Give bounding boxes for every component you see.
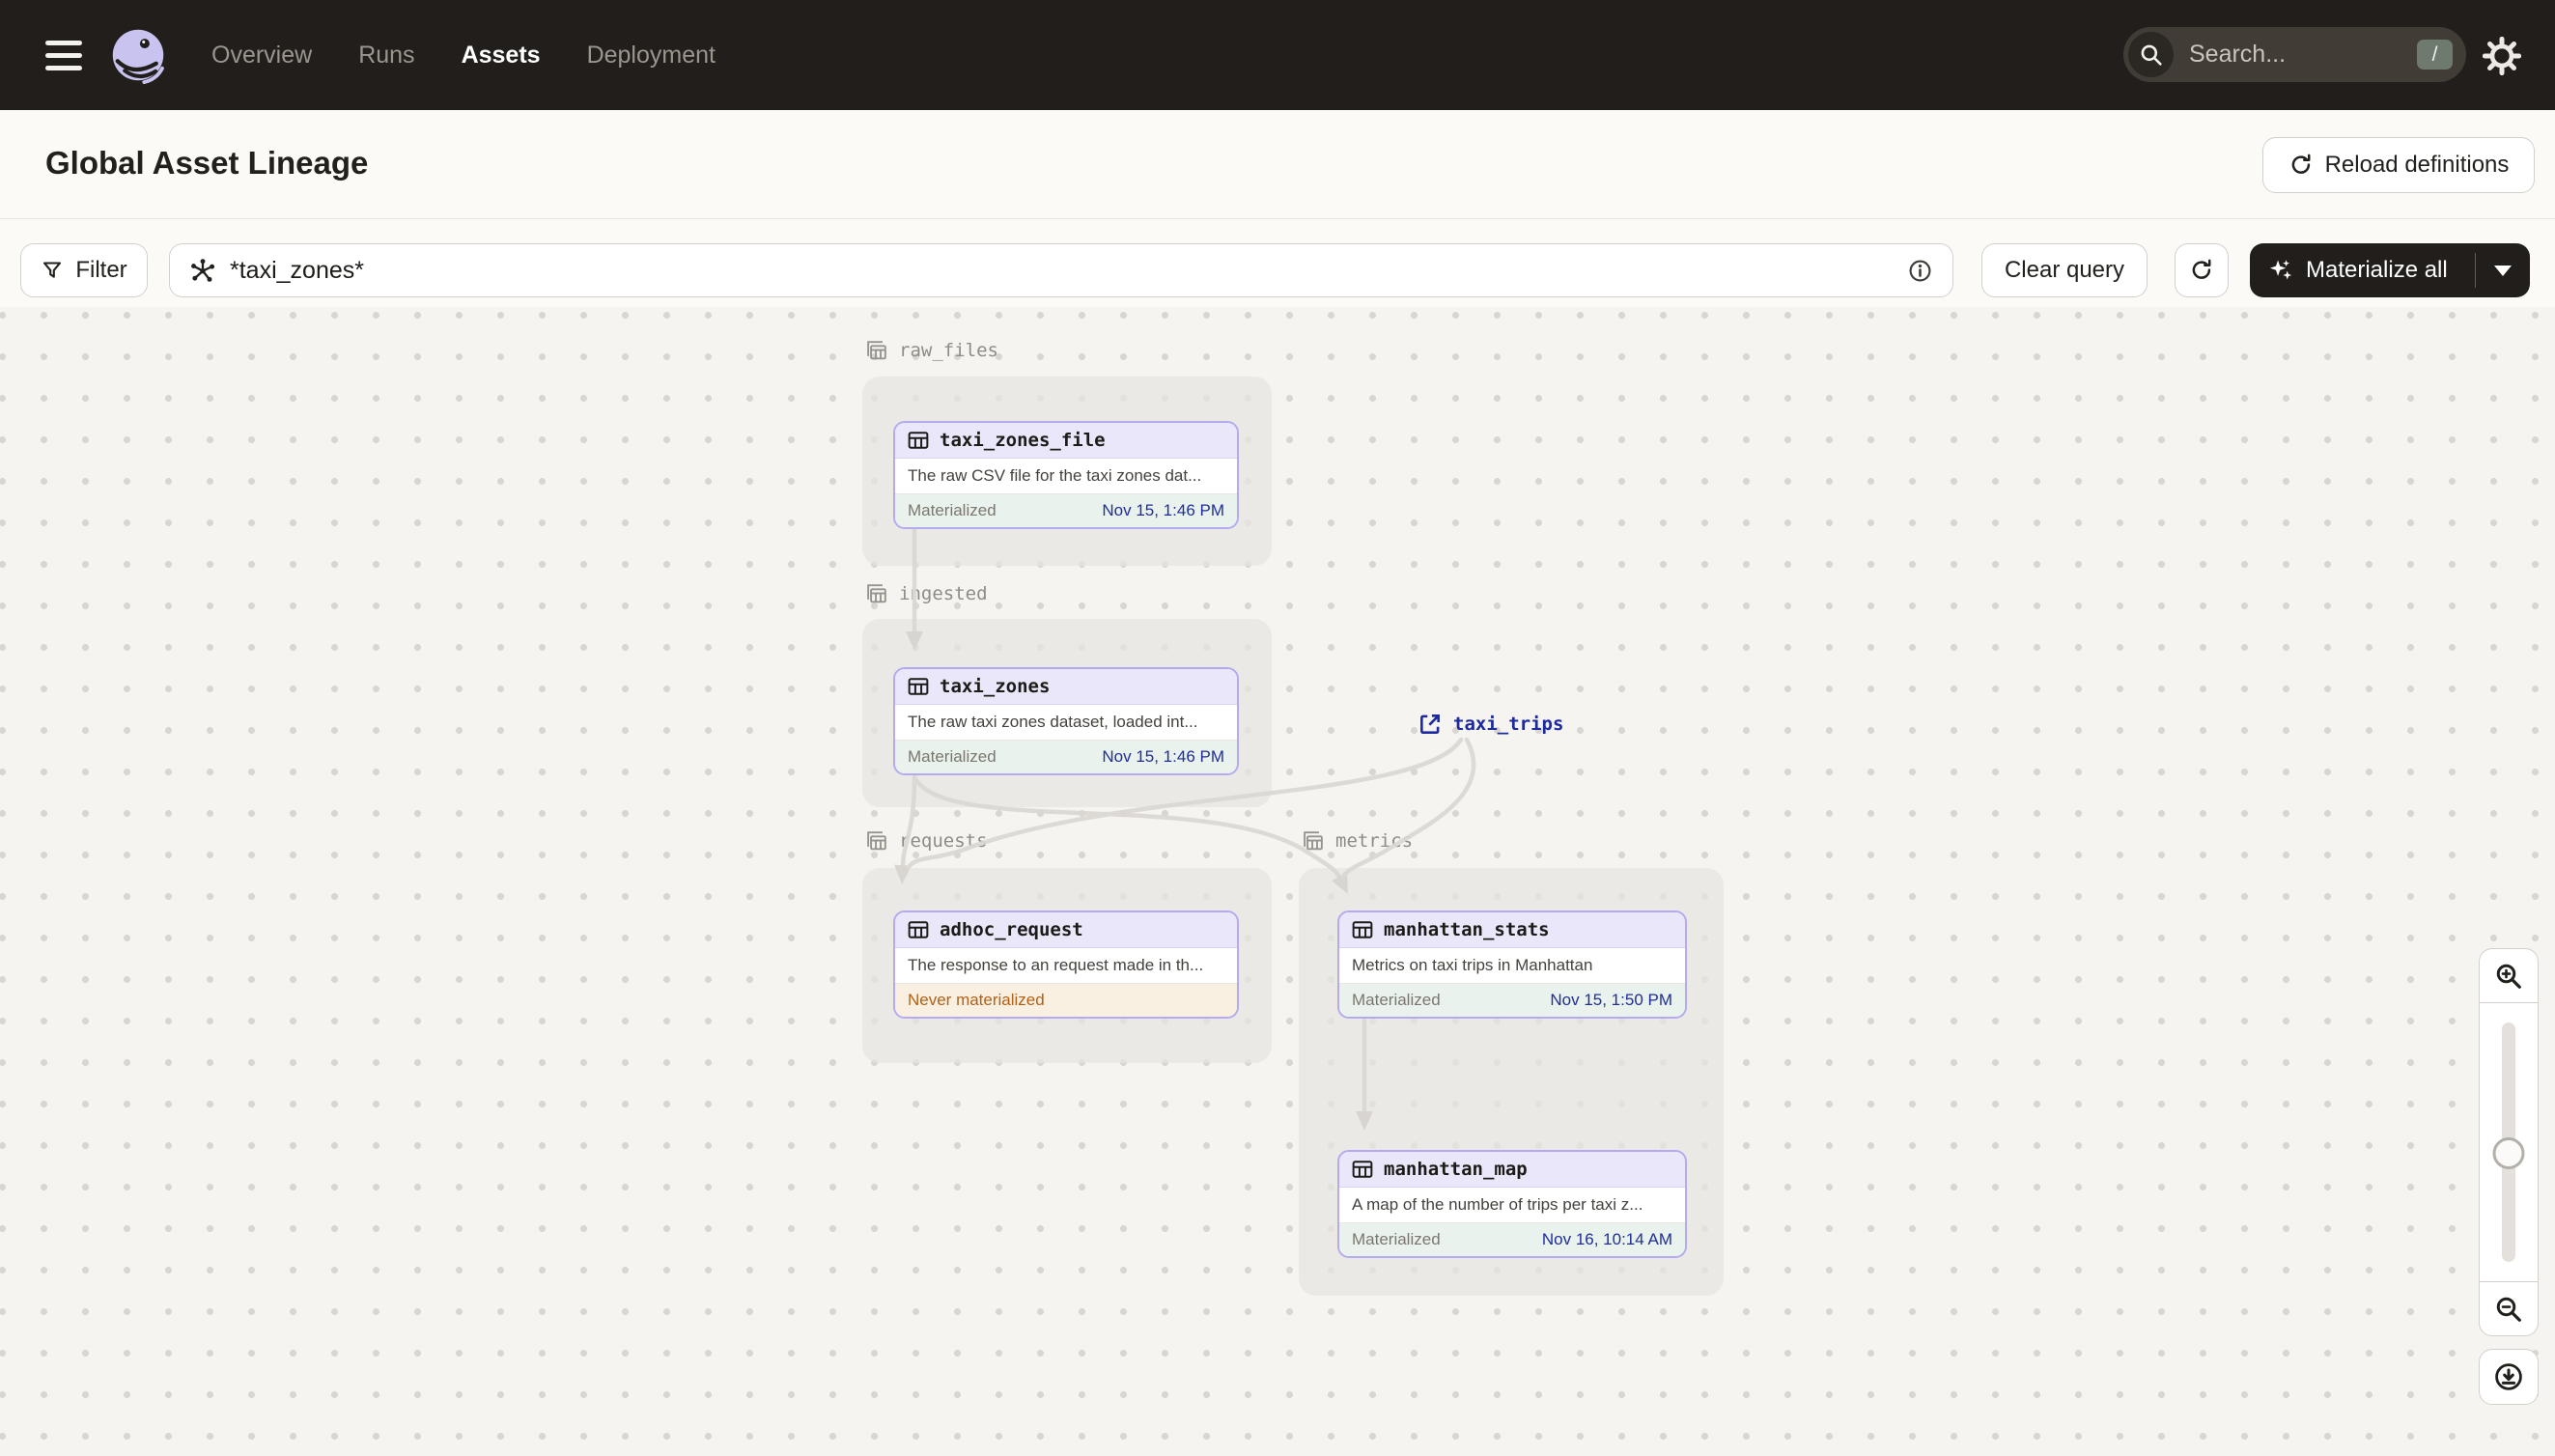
zoom-out-icon bbox=[2496, 1297, 2521, 1322]
asset-status-bar: Materialized Nov 15, 1:50 PM bbox=[1339, 984, 1685, 1017]
asset-status-bar: Materialized Nov 16, 10:14 AM bbox=[1339, 1223, 1685, 1256]
asset-title: manhattan_stats bbox=[1384, 919, 1550, 940]
table-icon bbox=[1352, 1161, 1373, 1178]
magnifier-icon bbox=[2128, 32, 2174, 77]
zoom-out-button[interactable] bbox=[2480, 1281, 2538, 1335]
asset-title: taxi_zones bbox=[940, 676, 1051, 697]
sparkle-icon bbox=[2269, 260, 2292, 280]
zoom-in-button[interactable] bbox=[2480, 949, 2538, 1003]
asset-node-adhoc_request[interactable]: adhoc_request The response to an request… bbox=[893, 910, 1239, 1019]
nav-deployment[interactable]: Deployment bbox=[587, 42, 716, 70]
gear-icon[interactable] bbox=[2483, 37, 2521, 75]
refresh-query-button[interactable] bbox=[2175, 243, 2229, 297]
status-label: Materialized bbox=[1352, 991, 1441, 1009]
status-timestamp[interactable]: Nov 15, 1:46 PM bbox=[1102, 747, 1224, 767]
zoom-controls bbox=[2479, 948, 2539, 1336]
table-icon bbox=[1352, 921, 1373, 938]
filter-button[interactable]: Filter bbox=[20, 243, 148, 297]
materialize-all-button[interactable]: Materialize all bbox=[2250, 243, 2530, 297]
lineage-edges bbox=[894, 527, 1476, 1131]
nav-overview[interactable]: Overview bbox=[211, 42, 312, 70]
download-icon bbox=[2495, 1363, 2522, 1390]
primary-nav: Overview Runs Assets Deployment bbox=[211, 0, 716, 110]
chevron-down-icon bbox=[2494, 265, 2512, 276]
asset-description: A map of the number of trips per taxi z.… bbox=[1339, 1188, 1685, 1223]
dagster-logo[interactable] bbox=[109, 26, 167, 84]
asset-title: taxi_zones_file bbox=[940, 430, 1106, 451]
table-icon bbox=[908, 921, 929, 938]
search-input[interactable]: Search... / bbox=[2123, 27, 2466, 82]
table-icon bbox=[908, 432, 929, 449]
funnel-icon bbox=[43, 262, 62, 278]
query-value: *taxi_zones* bbox=[230, 256, 364, 284]
asset-lineage-canvas[interactable]: raw_files ingested requests metrics taxi… bbox=[0, 307, 2555, 1456]
search-shortcut-badge: / bbox=[2417, 40, 2453, 70]
asset-description: The raw taxi zones dataset, loaded int..… bbox=[895, 705, 1237, 741]
page-title: Global Asset Lineage bbox=[45, 145, 369, 181]
asset-title: adhoc_request bbox=[940, 919, 1083, 940]
status-label: Materialized bbox=[908, 501, 997, 519]
status-label: Materialized bbox=[908, 747, 997, 766]
reload-definitions-button[interactable]: Reload definitions bbox=[2262, 137, 2535, 193]
lineage-toolbar: Filter *taxi_zones* Clear query Material… bbox=[0, 219, 2555, 307]
asset-query-input[interactable]: *taxi_zones* bbox=[169, 243, 1953, 297]
status-label: Never materialized bbox=[908, 991, 1045, 1009]
clear-query-button[interactable]: Clear query bbox=[1981, 243, 2148, 297]
refresh-icon bbox=[2291, 154, 2311, 174]
asset-description: The response to an request made in th... bbox=[895, 948, 1237, 984]
asset-status-bar: Materialized Nov 15, 1:46 PM bbox=[895, 741, 1237, 773]
zoom-in-icon bbox=[2496, 964, 2521, 989]
status-label: Materialized bbox=[1352, 1230, 1441, 1248]
zoom-slider[interactable] bbox=[2480, 1003, 2538, 1281]
top-nav-bar: Overview Runs Assets Deployment Search..… bbox=[0, 0, 2555, 110]
asset-node-manhattan_stats[interactable]: manhattan_stats Metrics on taxi trips in… bbox=[1337, 910, 1687, 1019]
asset-node-taxi_zones_file[interactable]: taxi_zones_file The raw CSV file for the… bbox=[893, 421, 1239, 529]
nav-runs[interactable]: Runs bbox=[358, 42, 414, 70]
asset-node-manhattan_map[interactable]: manhattan_map A map of the number of tri… bbox=[1337, 1150, 1687, 1258]
status-timestamp[interactable]: Nov 16, 10:14 AM bbox=[1542, 1230, 1672, 1249]
download-view-button[interactable] bbox=[2479, 1349, 2539, 1405]
page-header: Global Asset Lineage Reload definitions bbox=[0, 110, 2555, 219]
asset-graph-icon bbox=[191, 259, 215, 282]
asset-node-taxi_zones[interactable]: taxi_zones The raw taxi zones dataset, l… bbox=[893, 667, 1239, 775]
asset-status-bar: Never materialized bbox=[895, 984, 1237, 1017]
info-icon[interactable] bbox=[1907, 258, 1933, 284]
external-link-icon bbox=[1420, 714, 1440, 734]
asset-title: manhattan_map bbox=[1384, 1159, 1528, 1180]
menu-icon[interactable] bbox=[45, 35, 84, 75]
materialize-dropdown-button[interactable] bbox=[2476, 265, 2530, 276]
zoom-slider-handle[interactable] bbox=[2492, 1137, 2525, 1169]
refresh-icon bbox=[2192, 259, 2211, 279]
status-timestamp[interactable]: Nov 15, 1:50 PM bbox=[1550, 991, 1672, 1010]
nav-assets[interactable]: Assets bbox=[462, 42, 541, 70]
asset-description: The raw CSV file for the taxi zones dat.… bbox=[895, 459, 1237, 494]
external-asset-taxi_trips[interactable]: taxi_trips bbox=[1418, 712, 1563, 737]
asset-description: Metrics on taxi trips in Manhattan bbox=[1339, 948, 1685, 984]
table-icon bbox=[908, 678, 929, 695]
asset-status-bar: Materialized Nov 15, 1:46 PM bbox=[895, 494, 1237, 527]
status-timestamp[interactable]: Nov 15, 1:46 PM bbox=[1102, 501, 1224, 520]
search-placeholder: Search... bbox=[2189, 41, 2287, 68]
